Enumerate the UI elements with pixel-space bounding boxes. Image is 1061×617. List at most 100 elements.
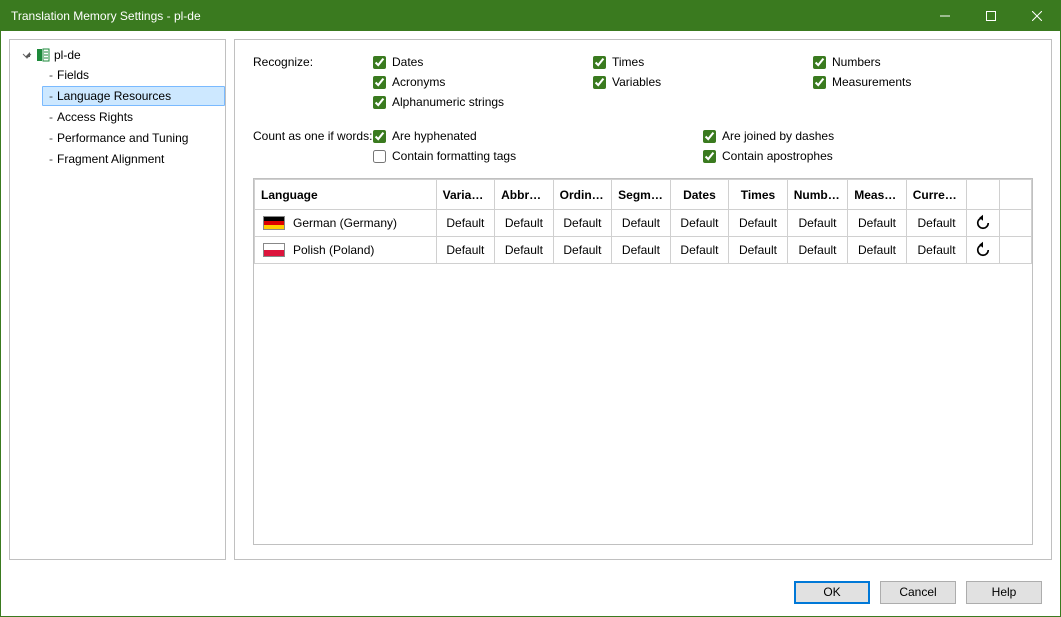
tm-icon (36, 48, 50, 62)
value-cell[interactable]: Default (436, 210, 495, 237)
value-cell[interactable]: Default (729, 237, 788, 264)
table-body: German (Germany)DefaultDefaultDefaultDef… (255, 210, 1032, 264)
tree-item-label: Fields (57, 68, 89, 82)
value-cell[interactable]: Default (553, 210, 612, 237)
chk-variables[interactable]: Variables (593, 74, 813, 90)
reset-cell[interactable] (967, 237, 999, 264)
column-header[interactable]: Currency (906, 180, 967, 210)
chk-apostrophes-input[interactable] (703, 150, 716, 163)
value-cell-text: Default (495, 243, 553, 257)
chk-joined-dashes[interactable]: Are joined by dashes (703, 128, 1033, 144)
chk-formatting-tags-label: Contain formatting tags (392, 149, 516, 163)
value-cell[interactable]: Default (729, 210, 788, 237)
chk-formatting-tags-input[interactable] (373, 150, 386, 163)
reset-icon[interactable] (967, 210, 998, 236)
tree-children: -Fields-Language Resources-Access Rights… (10, 65, 225, 169)
language-name: Polish (Poland) (293, 243, 374, 257)
chk-formatting-tags[interactable]: Contain formatting tags (373, 148, 703, 164)
chk-acronyms-input[interactable] (373, 76, 386, 89)
value-cell[interactable]: Default (495, 237, 554, 264)
tree-item-bullet-icon: - (49, 68, 53, 82)
tree-root-node[interactable]: pl-de (10, 46, 225, 64)
chk-times-input[interactable] (593, 56, 606, 69)
maximize-button[interactable] (968, 1, 1014, 31)
help-button[interactable]: Help (966, 581, 1042, 604)
extra-cell (999, 237, 1031, 264)
column-header[interactable]: Language (255, 180, 437, 210)
tree-item-language-resources[interactable]: -Language Resources (42, 86, 225, 106)
tree-item-fields[interactable]: -Fields (42, 65, 225, 85)
language-cell[interactable]: Polish (Poland) (255, 237, 437, 264)
column-header[interactable]: Numbers (787, 180, 848, 210)
value-cell[interactable]: Default (670, 237, 729, 264)
reset-cell[interactable] (967, 210, 999, 237)
chk-alphanumeric[interactable]: Alphanumeric strings (373, 94, 593, 110)
navigation-tree: pl-de -Fields-Language Resources-Access … (9, 39, 226, 560)
language-cell[interactable]: German (Germany) (255, 210, 437, 237)
language-name: German (Germany) (293, 216, 397, 230)
chk-alphanumeric-label: Alphanumeric strings (392, 95, 504, 109)
chk-acronyms-label: Acronyms (392, 75, 445, 89)
value-cell[interactable]: Default (787, 237, 848, 264)
value-cell[interactable]: Default (848, 237, 907, 264)
recognize-label: Recognize: (253, 54, 373, 69)
value-cell-text: Default (612, 216, 670, 230)
chk-numbers-input[interactable] (813, 56, 826, 69)
value-cell-text: Default (612, 243, 670, 257)
value-cell[interactable]: Default (787, 210, 848, 237)
value-cell[interactable]: Default (670, 210, 729, 237)
tree-item-access-rights[interactable]: -Access Rights (42, 107, 225, 127)
window-buttons (922, 1, 1060, 31)
column-header[interactable]: Ordinal... (553, 180, 612, 210)
column-header[interactable]: Measur... (848, 180, 907, 210)
chk-measurements-label: Measurements (832, 75, 911, 89)
collapse-caret-icon[interactable] (22, 50, 32, 60)
tree-item-performance-and-tuning[interactable]: -Performance and Tuning (42, 128, 225, 148)
tree-item-label: Access Rights (57, 110, 133, 124)
titlebar: Translation Memory Settings - pl-de (1, 1, 1060, 31)
column-header[interactable]: Segme... (612, 180, 671, 210)
window-title: Translation Memory Settings - pl-de (11, 9, 922, 23)
chk-acronyms[interactable]: Acronyms (373, 74, 593, 90)
chk-joined-dashes-input[interactable] (703, 130, 716, 143)
ok-button[interactable]: OK (794, 581, 870, 604)
chk-numbers-label: Numbers (832, 55, 881, 69)
tree-item-fragment-alignment[interactable]: -Fragment Alignment (42, 149, 225, 169)
chk-measurements-input[interactable] (813, 76, 826, 89)
table-row[interactable]: Polish (Poland)DefaultDefaultDefaultDefa… (255, 237, 1032, 264)
flag-icon (263, 243, 285, 257)
tree-item-label: Language Resources (57, 89, 171, 103)
chk-times[interactable]: Times (593, 54, 813, 70)
minimize-button[interactable] (922, 1, 968, 31)
chk-alphanumeric-input[interactable] (373, 96, 386, 109)
value-cell[interactable]: Default (436, 237, 495, 264)
value-cell[interactable]: Default (553, 237, 612, 264)
column-header[interactable]: Variabl... (436, 180, 495, 210)
chk-apostrophes[interactable]: Contain apostrophes (703, 148, 1033, 164)
column-header[interactable]: Dates (670, 180, 729, 210)
chk-measurements[interactable]: Measurements (813, 74, 1033, 90)
value-cell[interactable]: Default (612, 237, 671, 264)
value-cell[interactable]: Default (848, 210, 907, 237)
reset-icon[interactable] (967, 237, 998, 263)
value-cell[interactable]: Default (906, 237, 967, 264)
close-button[interactable] (1014, 1, 1060, 31)
column-header[interactable]: Abbrev... (495, 180, 554, 210)
chk-numbers[interactable]: Numbers (813, 54, 1033, 70)
chk-times-label: Times (612, 55, 644, 69)
cancel-button[interactable]: Cancel (880, 581, 956, 604)
language-table-container: LanguageVariabl...Abbrev...Ordinal...Seg… (253, 178, 1033, 545)
value-cell[interactable]: Default (906, 210, 967, 237)
column-header[interactable]: Times (729, 180, 788, 210)
dialog-window: Translation Memory Settings - pl-de (0, 0, 1061, 617)
table-row[interactable]: German (Germany)DefaultDefaultDefaultDef… (255, 210, 1032, 237)
chk-dates-input[interactable] (373, 56, 386, 69)
value-cell[interactable]: Default (612, 210, 671, 237)
chk-dates[interactable]: Dates (373, 54, 593, 70)
chk-hyphenated-input[interactable] (373, 130, 386, 143)
value-cell-text: Default (671, 243, 729, 257)
tree-item-bullet-icon: - (49, 110, 53, 124)
chk-hyphenated[interactable]: Are hyphenated (373, 128, 703, 144)
value-cell[interactable]: Default (495, 210, 554, 237)
chk-variables-input[interactable] (593, 76, 606, 89)
